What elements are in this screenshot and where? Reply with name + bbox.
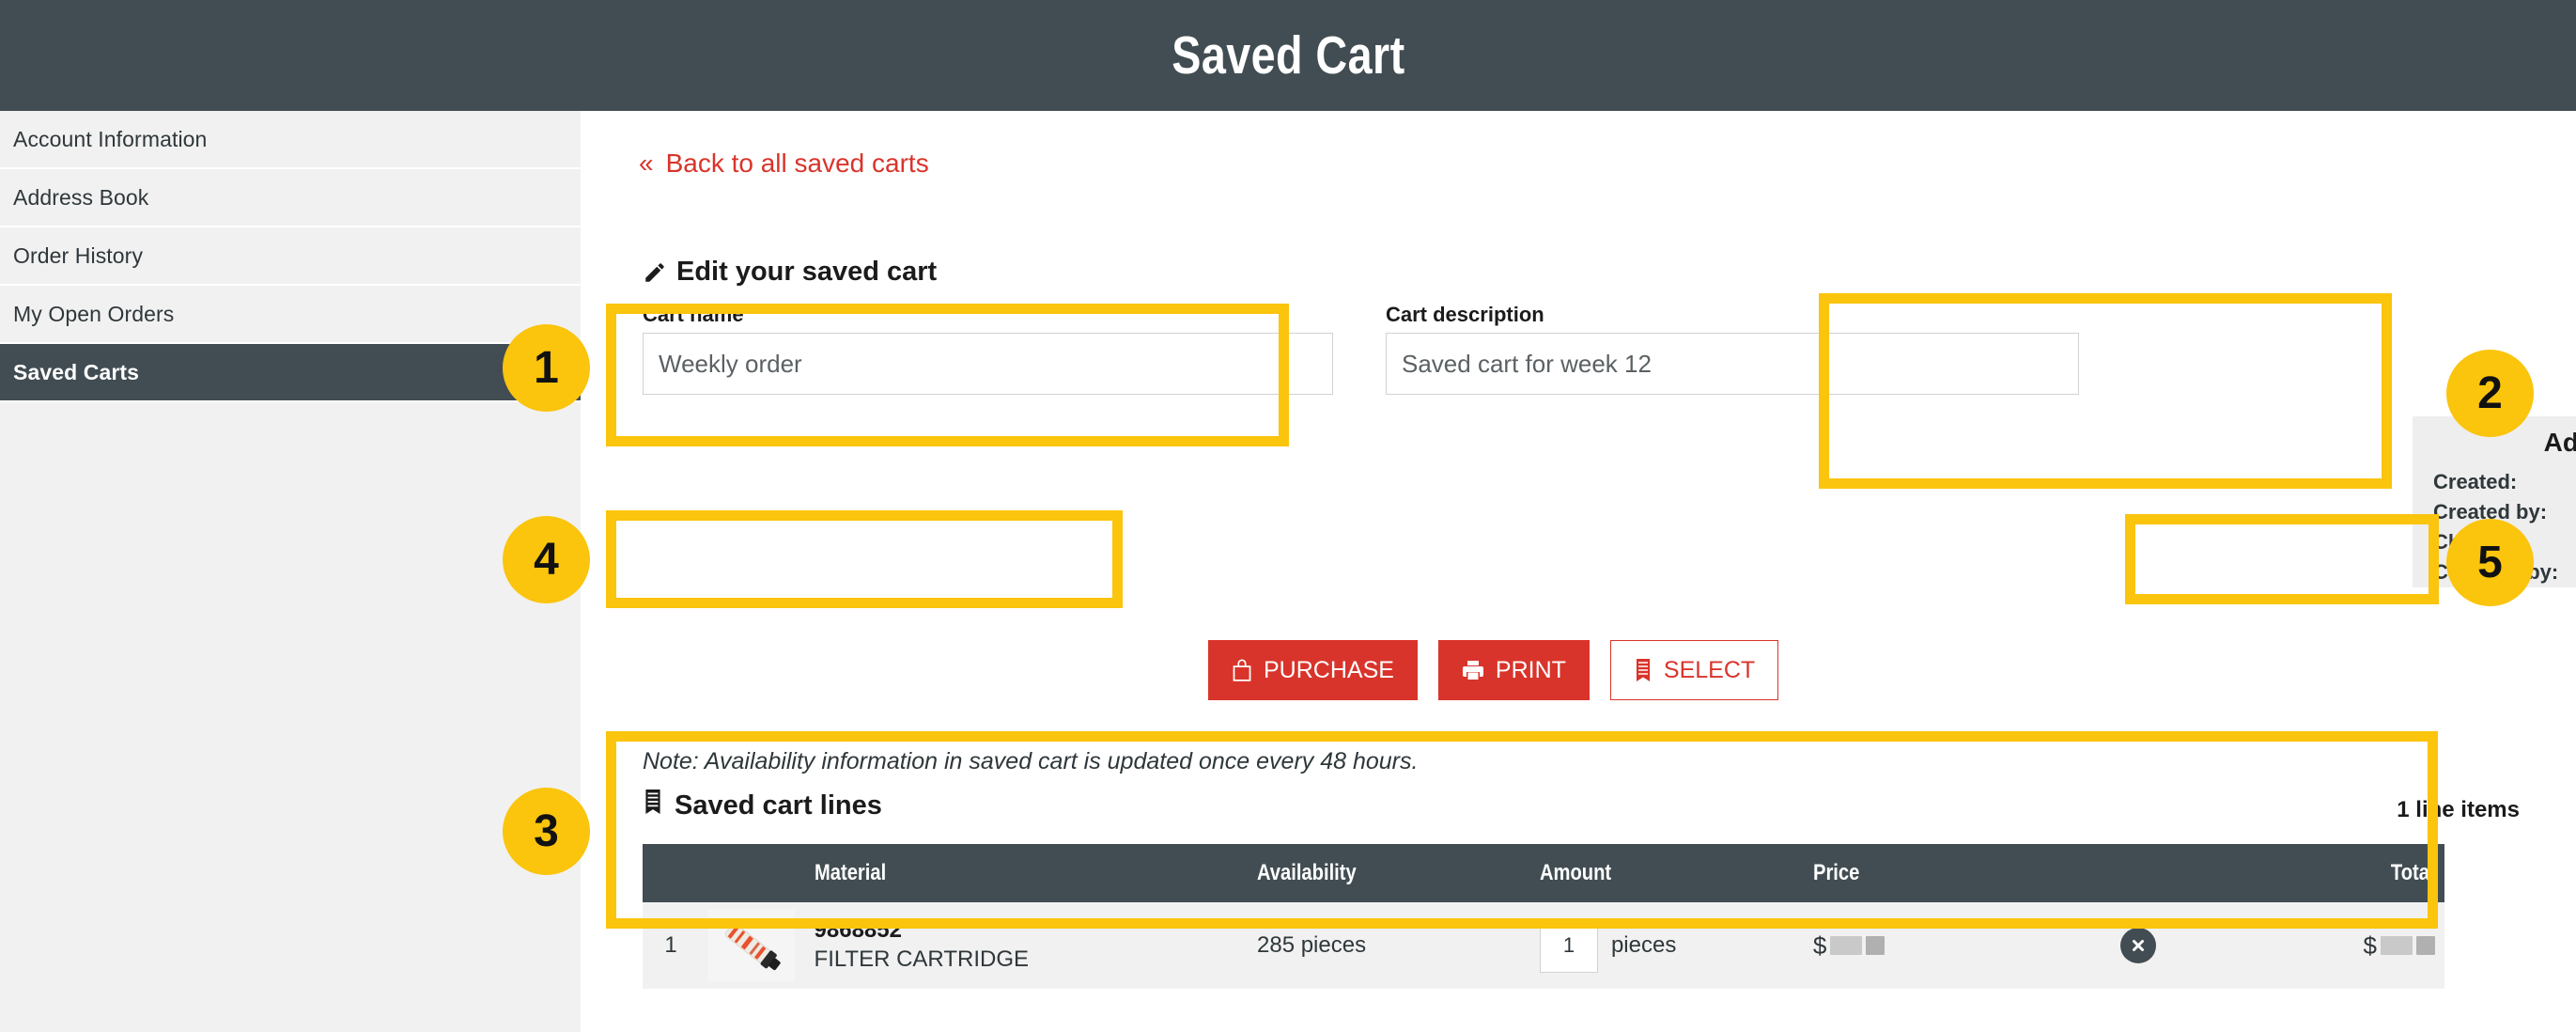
purchase-button-label: PURCHASE: [1264, 656, 1394, 683]
cart-name-label: Cart name: [643, 303, 744, 326]
sidebar-nav: Account Information Address Book Order H…: [0, 111, 581, 1032]
row-amount-cell: pieces: [1529, 902, 1804, 989]
col-thumbnail-header: [699, 844, 805, 902]
callout-badge-1: 1: [503, 324, 590, 412]
pencil-icon: [643, 260, 667, 285]
print-button-label: PRINT: [1495, 656, 1566, 683]
col-remove-header: [2067, 844, 2210, 902]
sidebar-item-account-information[interactable]: Account Information: [0, 111, 581, 169]
row-index: 1: [643, 902, 700, 989]
sidebar-item-label: Order History: [13, 242, 144, 268]
col-price-header: Price: [1803, 844, 2068, 902]
material-name: FILTER CARTRIDGE: [814, 946, 1029, 972]
price-currency-symbol: $: [1812, 930, 1827, 960]
row-remove-cell: [2067, 902, 2210, 989]
saved-cart-page: Saved Cart Account Information Address B…: [0, 0, 2576, 1032]
created-label: Created:: [2433, 470, 2518, 493]
material-code: 9868852: [814, 917, 902, 943]
sidebar-item-saved-carts[interactable]: Saved Carts: [0, 344, 581, 402]
saved-cart-lines-label: Saved cart lines: [675, 790, 882, 821]
sidebar-item-label: Address Book: [13, 184, 149, 210]
table-body: 1 9868852 FILTER CARTRIDGE 285 pieces 1 …: [643, 902, 2444, 989]
edit-heading-label: Edit your saved cart: [676, 257, 938, 287]
bag-icon: [1232, 659, 1252, 681]
cart-name-input[interactable]: [643, 333, 1333, 395]
list-icon: [1634, 659, 1653, 681]
sidebar-item-order-history[interactable]: Order History: [0, 227, 581, 286]
row-price-cell: $: [1803, 902, 2068, 989]
total-redacted-value: [2381, 936, 2413, 955]
edit-saved-cart-heading: Edit your saved cart: [643, 257, 937, 288]
table-header: Material Availability Amount Price Total: [643, 844, 2444, 902]
page-header: Saved Cart: [0, 0, 2576, 111]
product-thumbnail-image[interactable]: [708, 910, 796, 981]
back-link-label: Back to all saved carts: [665, 149, 929, 178]
cart-actions-toolbar: PURCHASE PRINT SELECT: [1208, 640, 1779, 700]
col-index-header: [643, 844, 700, 902]
additional-info-row: Created: 3/15/2024: [2433, 467, 2576, 497]
saved-cart-lines-table: Material Availability Amount Price Total…: [643, 844, 2444, 989]
price-redacted-value: [1866, 936, 1885, 955]
sidebar-item-label: Saved Carts: [13, 359, 140, 384]
remove-line-icon[interactable]: [2119, 928, 2156, 963]
col-material-header: Material: [804, 844, 1248, 902]
select-button-label: SELECT: [1663, 656, 1756, 683]
total-redacted-value: [2416, 936, 2435, 955]
row-material-cell: 9868852 FILTER CARTRIDGE: [804, 902, 1248, 989]
total-currency-symbol: $: [2363, 930, 2377, 960]
callout-badge-2: 2: [2446, 350, 2534, 437]
cart-description-label: Cart description: [1386, 303, 1544, 326]
table-header-row: Material Availability Amount Price Total: [643, 844, 2444, 902]
price-redacted-value: [1830, 936, 1863, 955]
row-thumbnail-cell: [699, 902, 805, 989]
table-row: 1 9868852 FILTER CARTRIDGE 285 pieces 1 …: [643, 902, 2444, 989]
sidebar-item-address-book[interactable]: Address Book: [0, 169, 581, 227]
amount-input[interactable]: [1539, 918, 1598, 973]
main-content: « Back to all saved carts Edit your save…: [581, 111, 2576, 1032]
list-icon: [643, 790, 663, 821]
printer-icon: [1462, 660, 1484, 680]
col-availability-header: Availability: [1248, 844, 1530, 902]
cart-name-field-group: Cart name: [643, 303, 1333, 395]
double-chevron-left-icon: «: [639, 149, 654, 178]
cart-description-field-group: Cart description: [1386, 303, 2079, 395]
select-button[interactable]: SELECT: [1609, 640, 1779, 700]
col-amount-header: Amount: [1529, 844, 1804, 902]
sidebar-item-label: My Open Orders: [13, 301, 175, 326]
callout-badge-3: 3: [503, 788, 590, 875]
sidebar-item-my-open-orders[interactable]: My Open Orders: [0, 286, 581, 344]
page-title: Saved Cart: [1171, 25, 1405, 86]
purchase-button[interactable]: PURCHASE: [1208, 640, 1418, 700]
sidebar-item-label: Account Information: [13, 126, 208, 151]
availability-note: Note: Availability information in saved …: [643, 748, 1419, 774]
col-total-header: Total: [2209, 844, 2444, 902]
print-button[interactable]: PRINT: [1437, 640, 1590, 700]
callout-badge-4: 4: [503, 516, 590, 603]
row-total-cell: $: [2209, 902, 2444, 989]
back-to-all-saved-carts-link[interactable]: « Back to all saved carts: [639, 149, 929, 179]
row-availability: 285 pieces: [1248, 902, 1530, 989]
line-items-count: 1 line items: [2397, 797, 2520, 822]
cart-description-input[interactable]: [1386, 333, 2079, 395]
saved-cart-lines-heading: Saved cart lines: [643, 790, 882, 821]
callout-badge-5: 5: [2446, 519, 2534, 606]
amount-unit-label: pieces: [1610, 932, 1677, 958]
